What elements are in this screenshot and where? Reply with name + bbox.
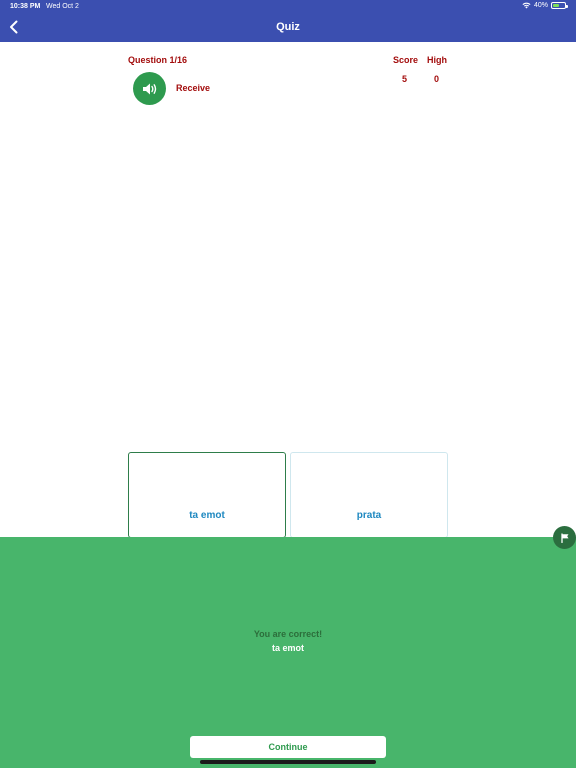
answer-option-ta-emot[interactable]: ta emot: [128, 452, 286, 538]
score-value: 5: [402, 74, 408, 84]
answer-option-label: ta emot: [189, 509, 225, 521]
battery-percent: 40%: [533, 2, 548, 9]
nav-bar: Quiz: [0, 13, 576, 42]
prompt-word: Receive: [176, 83, 211, 93]
home-indicator: [200, 760, 376, 764]
report-flag-button[interactable]: [553, 526, 576, 549]
status-bar: 10:38 PM Wed Oct 2 40%: [0, 0, 576, 13]
question-counter: Question 1/16: [128, 55, 188, 65]
battery-icon: [551, 2, 568, 9]
wifi-icon: [522, 2, 531, 9]
speaker-icon: [142, 83, 156, 94]
score-label: Score: [393, 55, 419, 65]
correct-answer: ta emot: [271, 643, 304, 653]
answer-option-label: prata: [356, 509, 382, 521]
play-audio-button[interactable]: [133, 72, 166, 105]
continue-button[interactable]: Continue: [190, 736, 386, 758]
status-date: Wed Oct 2: [46, 3, 79, 10]
status-time: 10:38 PM: [10, 3, 41, 10]
result-message: You are correct!: [253, 629, 323, 639]
high-value: 0: [434, 74, 440, 84]
status-right: 40%: [522, 2, 568, 9]
high-label: High: [427, 55, 447, 65]
answer-option-prata[interactable]: prata: [290, 452, 448, 538]
page-title: Quiz: [276, 21, 300, 33]
flag-icon: [560, 532, 568, 543]
